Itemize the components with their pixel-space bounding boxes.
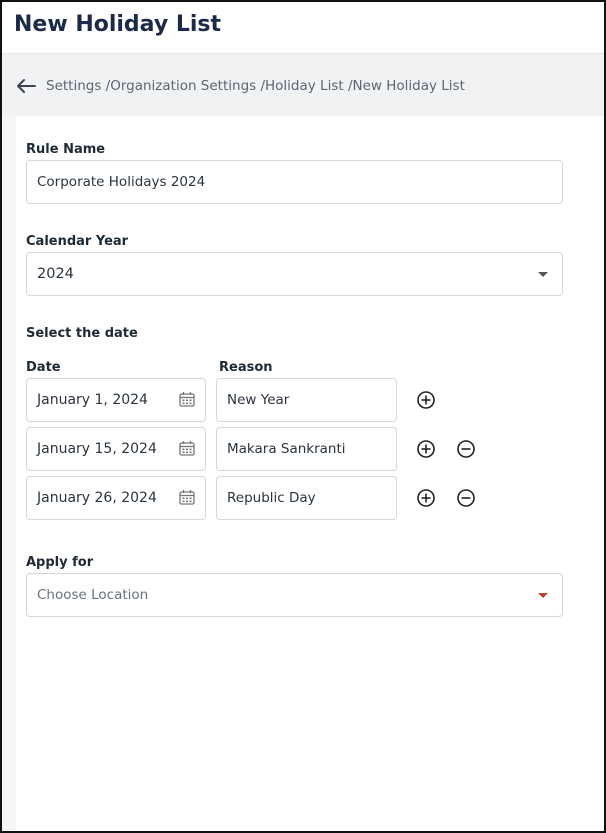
page-title: New Holiday List [14, 12, 222, 37]
form-panel: Rule Name Corporate Holidays 2024 Calend… [16, 116, 604, 831]
reason-input-1[interactable]: New Year [216, 378, 397, 422]
rule-name-label: Rule Name [26, 142, 106, 157]
calendar-icon[interactable] [179, 391, 195, 407]
date-input-2[interactable]: January 15, 2024 [26, 427, 206, 471]
remove-row-icon[interactable] [456, 488, 476, 508]
rule-name-input[interactable]: Corporate Holidays 2024 [26, 160, 563, 204]
breadcrumb: Settings /Organization Settings /Holiday… [46, 78, 465, 94]
date-value-3: January 26, 2024 [37, 490, 157, 506]
calendar-icon[interactable] [179, 440, 195, 456]
reason-value-3: Republic Day [227, 490, 316, 506]
rule-name-value: Corporate Holidays 2024 [37, 174, 206, 190]
reason-input-3[interactable]: Republic Day [216, 476, 397, 520]
calendar-year-label: Calendar Year [26, 234, 129, 249]
date-input-1[interactable]: January 1, 2024 [26, 378, 206, 422]
page-header: New Holiday List [2, 2, 604, 54]
date-value-1: January 1, 2024 [37, 392, 148, 408]
reason-column-header: Reason [219, 360, 273, 375]
date-input-3[interactable]: January 26, 2024 [26, 476, 206, 520]
reason-input-2[interactable]: Makara Sankranti [216, 427, 397, 471]
location-select[interactable]: Choose Location [26, 573, 563, 617]
breadcrumb-bar: Settings /Organization Settings /Holiday… [2, 54, 604, 116]
calendar-year-select[interactable]: 2024 [26, 252, 563, 296]
back-arrow-icon[interactable] [16, 78, 36, 94]
add-row-icon[interactable] [416, 390, 436, 410]
apply-for-label: Apply for [26, 555, 94, 570]
remove-row-icon[interactable] [456, 439, 476, 459]
reason-value-2: Makara Sankranti [227, 441, 346, 457]
date-column-header: Date [26, 360, 61, 375]
location-placeholder: Choose Location [37, 587, 149, 603]
add-row-icon[interactable] [416, 439, 436, 459]
app-frame: New Holiday List Settings /Organization … [0, 0, 606, 833]
reason-value-1: New Year [227, 392, 290, 408]
chevron-down-icon [538, 593, 548, 598]
calendar-icon[interactable] [179, 489, 195, 505]
date-value-2: January 15, 2024 [37, 441, 157, 457]
chevron-down-icon [538, 272, 548, 277]
add-row-icon[interactable] [416, 488, 436, 508]
select-date-label: Select the date [26, 326, 138, 341]
calendar-year-value: 2024 [37, 266, 74, 282]
